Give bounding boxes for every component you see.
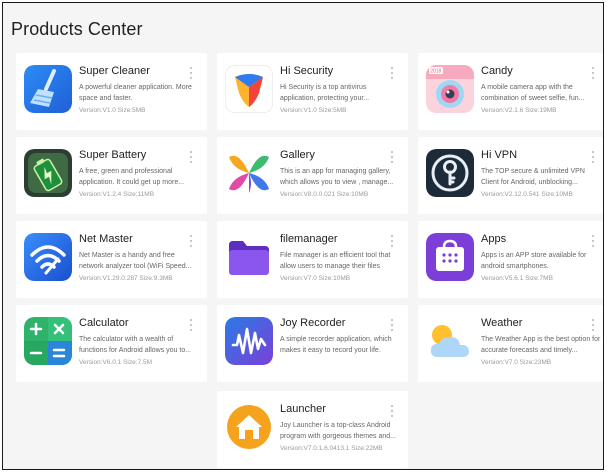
app-version: Version:V2.12.0.541 Size:10MB <box>481 191 573 198</box>
app-description: Net Master is a handy and free network a… <box>79 252 192 270</box>
app-description: Joy Launcher is a top-class Android prog… <box>280 422 396 440</box>
app-version: Version:V7.0 Size:23MB <box>481 359 552 366</box>
products-center-window: Products Center Super Cleaner A powerful… <box>2 2 604 470</box>
battery-icon <box>24 149 72 197</box>
app-card-net-master[interactable]: Net Master Net Master is a handy and fre… <box>16 221 207 298</box>
app-version: Version:V7.0 Size:10MB <box>280 275 351 282</box>
app-name: Apps <box>481 233 507 245</box>
store-icon <box>426 233 474 281</box>
app-description: A powerful cleaner application. More spa… <box>79 84 192 102</box>
more-options-icon[interactable] <box>591 67 595 79</box>
app-version: Version:V1.29.0.287 Size:9.3MB <box>79 275 173 282</box>
more-options-icon[interactable] <box>390 319 394 331</box>
app-card-super-cleaner[interactable]: Super Cleaner A powerful cleaner applica… <box>16 53 207 130</box>
waveform-icon <box>225 317 273 365</box>
app-card-filemanager[interactable]: filemanager File manager is an efficient… <box>217 221 408 298</box>
app-description: A free, green and professional applicati… <box>79 168 185 186</box>
year-badge: 2018 <box>430 69 441 75</box>
app-card-launcher[interactable]: Launcher Joy Launcher is a top-class And… <box>217 391 408 468</box>
app-name: Calculator <box>79 317 129 329</box>
app-card-gallery[interactable]: Gallery This is an app for managing gall… <box>217 137 408 214</box>
app-name: Launcher <box>280 403 326 415</box>
app-version: Version:V1.2.4 Size:11MB <box>79 191 155 198</box>
more-options-icon[interactable] <box>189 319 193 331</box>
app-description: Hi Security is a top antivirus applicati… <box>280 84 370 102</box>
home-icon <box>225 403 273 451</box>
app-card-joy-recorder[interactable]: Joy Recorder A simple recorder applicati… <box>217 305 408 382</box>
app-version: Version:V6.0.1 Size:7.5M <box>79 359 152 366</box>
broom-icon <box>24 65 72 113</box>
app-description: The Weather App is the best option for a… <box>481 336 601 354</box>
more-options-icon[interactable] <box>189 151 193 163</box>
app-name: Weather <box>481 317 523 329</box>
app-name: Hi Security <box>280 65 334 77</box>
app-name: Gallery <box>280 149 315 161</box>
app-description: File manager is an efficient tool that a… <box>280 252 391 270</box>
camera-icon: 2018 <box>426 65 474 113</box>
more-options-icon[interactable] <box>189 235 193 247</box>
app-name: filemanager <box>280 233 338 245</box>
more-options-icon[interactable] <box>189 67 193 79</box>
app-card-hi-security[interactable]: Hi Security Hi Security is a top antivir… <box>217 53 408 130</box>
app-name: Hi VPN <box>481 149 518 161</box>
app-version: Version:V7.0.1.6.0413.1 Size:22MB <box>280 445 383 452</box>
calculator-icon <box>24 317 72 365</box>
app-card-hi-vpn[interactable]: Hi VPN The TOP secure & unlimited VPN Cl… <box>418 137 603 214</box>
more-options-icon[interactable] <box>390 405 394 417</box>
key-icon <box>426 149 474 197</box>
app-description: Apps is an APP store available for andro… <box>481 252 587 270</box>
app-name: Candy <box>481 65 513 77</box>
app-card-weather[interactable]: Weather The Weather App is the best opti… <box>418 305 603 382</box>
app-version: Version:V2.1.6 Size:19MB <box>481 107 557 114</box>
app-description: A mobile camera app with the combination… <box>481 84 585 102</box>
app-version: Version:V8.0.0.021 Size:10MB <box>280 191 369 198</box>
app-version: Version:V1.0 Size:5MB <box>79 107 146 114</box>
more-options-icon[interactable] <box>591 319 595 331</box>
app-name: Joy Recorder <box>280 317 346 329</box>
app-description: The TOP secure & unlimited VPN Client fo… <box>481 168 585 186</box>
more-options-icon[interactable] <box>591 151 595 163</box>
app-card-calculator[interactable]: Calculator The calculator with a wealth … <box>16 305 207 382</box>
app-name: Super Battery <box>79 149 147 161</box>
weather-icon <box>426 317 474 365</box>
app-description: The calculator with a wealth of function… <box>79 336 192 354</box>
pinwheel-icon <box>225 149 273 197</box>
page-title: Products Center <box>11 19 143 39</box>
app-version: Version:V1.0 Size:5MB <box>280 107 347 114</box>
app-card-candy[interactable]: 2018 Candy A mobile camera app with the … <box>418 53 603 130</box>
app-card-super-battery[interactable]: Super Battery A free, green and professi… <box>16 137 207 214</box>
more-options-icon[interactable] <box>390 67 394 79</box>
app-card-apps[interactable]: Apps Apps is an APP store available for … <box>418 221 603 298</box>
app-description: A simple recorder application, which mak… <box>280 336 392 354</box>
app-version: Version:V5.6.1 Size:7MB <box>481 275 553 282</box>
shield-icon <box>225 65 273 113</box>
more-options-icon[interactable] <box>390 235 394 247</box>
app-name: Super Cleaner <box>79 65 150 77</box>
app-name: Net Master <box>79 233 133 245</box>
folder-icon <box>225 233 273 281</box>
more-options-icon[interactable] <box>390 151 394 163</box>
wifi-icon <box>24 233 72 281</box>
more-options-icon[interactable] <box>591 235 595 247</box>
app-description: This is an app for managing gallery, whi… <box>280 168 394 186</box>
header: Products Center <box>3 3 603 47</box>
